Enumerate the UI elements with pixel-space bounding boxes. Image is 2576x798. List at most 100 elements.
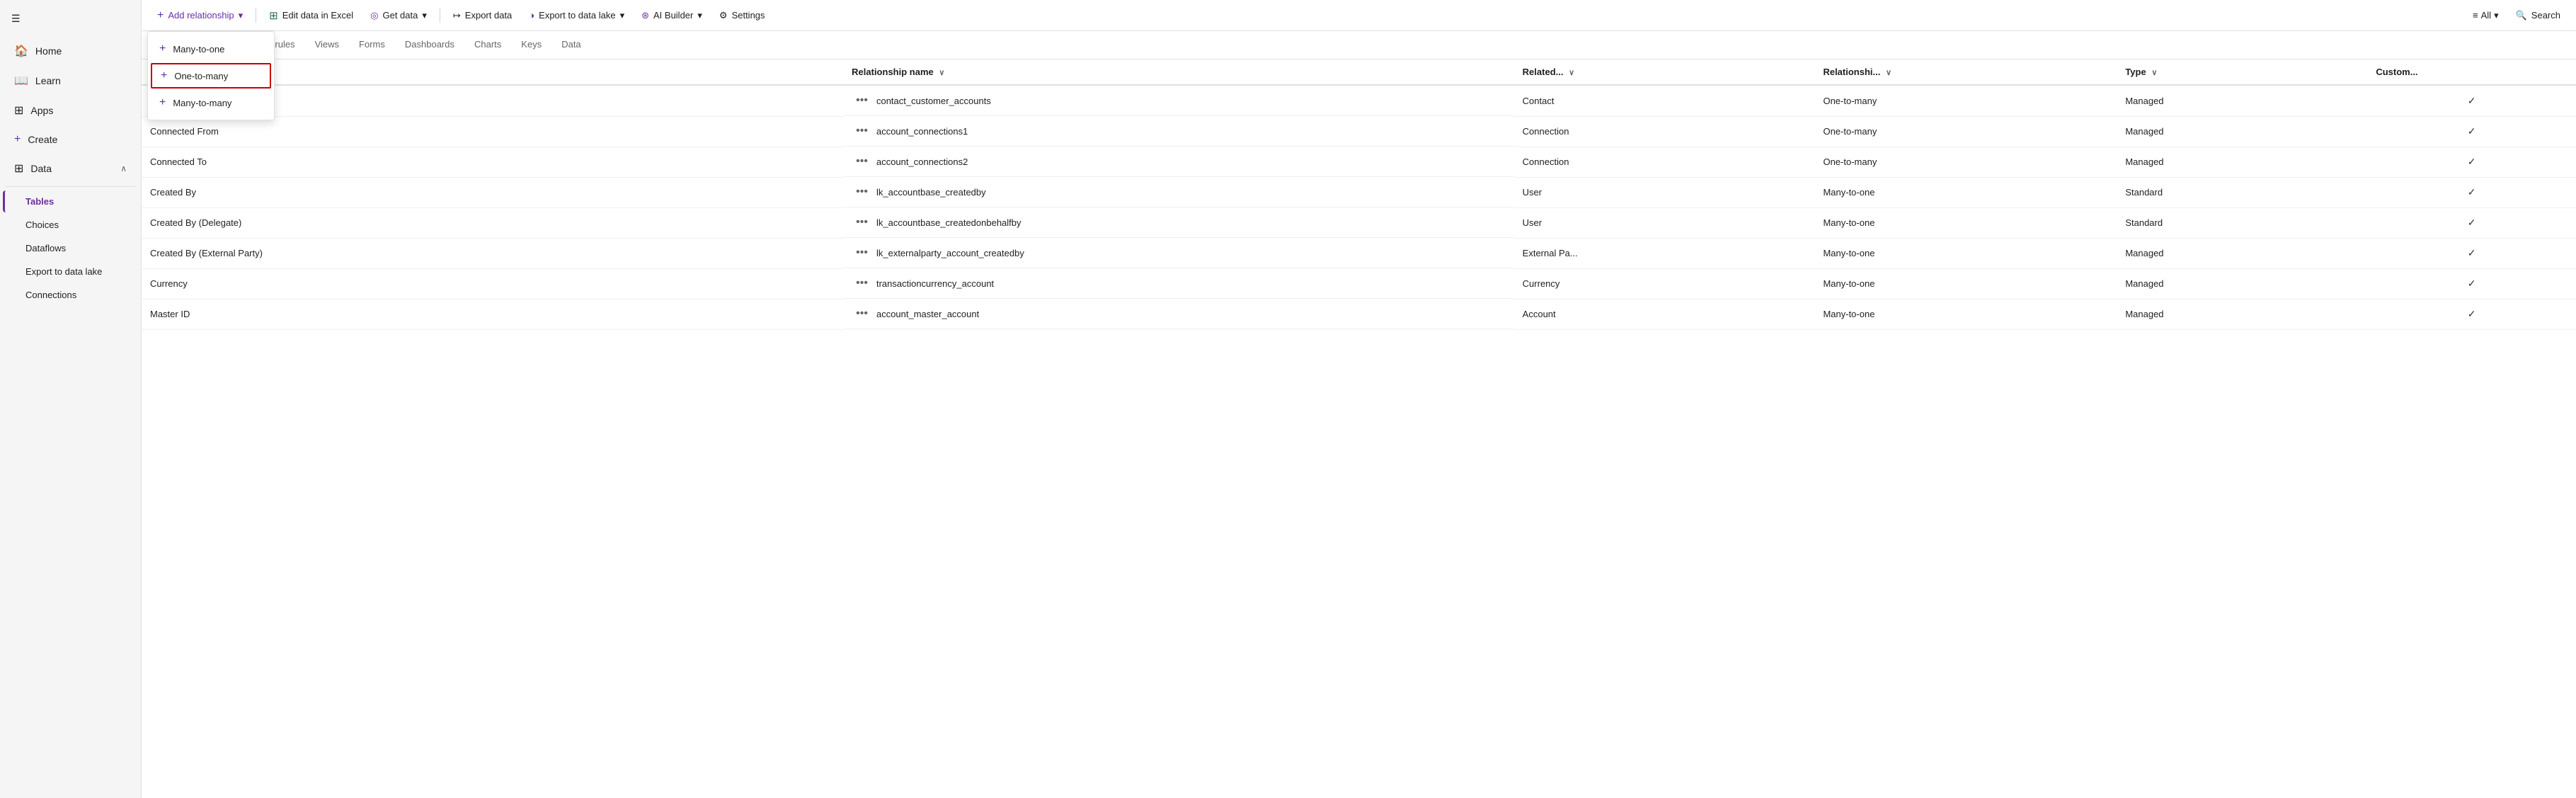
col-header-related[interactable]: Related... ∨: [1514, 59, 1815, 85]
sort-icons-reltype: ∨: [1886, 68, 1891, 77]
export-data-button[interactable]: ↦ Export data: [446, 6, 519, 25]
row-options-button[interactable]: •••: [852, 245, 872, 261]
row-type: Standard: [2125, 217, 2163, 228]
cell-rel-name: ••• account_connections1: [843, 116, 1514, 147]
sidebar-item-create[interactable]: + Create: [3, 126, 138, 153]
one-to-many-label: One-to-many: [174, 71, 228, 81]
row-type: Managed: [2125, 278, 2163, 289]
row-options-button[interactable]: •••: [852, 275, 872, 291]
many-to-many-item[interactable]: + Many-to-many: [148, 90, 274, 115]
row-type: Managed: [2125, 248, 2163, 258]
row-custom-check: ✓: [2468, 125, 2476, 137]
row-custom-check: ✓: [2468, 247, 2476, 258]
sidebar-sub-dataflows-label: Dataflows: [25, 243, 66, 253]
table-row: Currency ••• transactioncurrency_account…: [142, 268, 2576, 299]
filter-button[interactable]: ≡ All ▾: [2466, 6, 2506, 25]
many-to-one-item[interactable]: + Many-to-one: [148, 36, 274, 62]
row-reltype: Many-to-one: [1823, 217, 1874, 228]
row-options-button[interactable]: •••: [852, 154, 872, 169]
tab-views[interactable]: Views: [305, 32, 349, 58]
sidebar-sub-item-connections[interactable]: Connections: [3, 284, 138, 306]
sidebar-item-data-label: Data: [30, 163, 52, 174]
table-row: Company Name ••• contact_customer_accoun…: [142, 85, 2576, 116]
table-header-row: Display name ↑ ∨ Relationship name ∨ Rel…: [142, 59, 2576, 85]
cell-display-name: Created By (External Party): [142, 238, 843, 268]
row-options-button[interactable]: •••: [852, 215, 872, 230]
relationships-table: Display name ↑ ∨ Relationship name ∨ Rel…: [142, 59, 2576, 330]
row-options-button[interactable]: •••: [852, 93, 872, 108]
many-to-one-icon: +: [159, 42, 166, 55]
row-options-button[interactable]: •••: [852, 306, 872, 321]
row-display-name: Connected To: [150, 156, 207, 167]
row-related: User: [1523, 187, 1542, 198]
settings-button[interactable]: ⚙ Settings: [712, 6, 772, 25]
row-rel-name: lk_externalparty_account_createdby: [876, 248, 1024, 258]
cell-reltype: Many-to-one: [1814, 268, 2117, 299]
cell-type: Managed: [2117, 116, 2367, 147]
tab-charts-label: Charts: [474, 39, 501, 50]
cell-reltype: One-to-many: [1814, 85, 2117, 116]
filter-label: All: [2481, 10, 2491, 21]
table-row: Master ID ••• account_master_account Acc…: [142, 299, 2576, 329]
row-options-button[interactable]: •••: [852, 184, 872, 200]
add-relationship-button[interactable]: + Add relationship ▾: [150, 5, 250, 26]
sidebar-item-learn[interactable]: 📖 Learn: [3, 67, 138, 95]
row-display-name: Created By: [150, 187, 196, 198]
sidebar-sub-connections-label: Connections: [25, 290, 76, 300]
cell-type: Managed: [2117, 299, 2367, 329]
sidebar-item-home-label: Home: [35, 45, 62, 57]
export-lake-icon: ◑: [529, 10, 534, 21]
edit-excel-button[interactable]: ⊞ Edit data in Excel: [262, 5, 360, 26]
col-header-type[interactable]: Type ∨: [2117, 59, 2367, 85]
export-lake-button[interactable]: ◑ Export to data lake ▾: [522, 6, 631, 25]
cell-rel-name: ••• lk_accountbase_createdonbehalfby: [843, 207, 1514, 238]
sidebar-sub-tables-label: Tables: [25, 196, 54, 207]
filter-lines-icon: ≡: [2473, 10, 2478, 21]
sidebar-item-data[interactable]: ⊞ Data ∧: [3, 154, 138, 183]
sidebar-sub-item-export[interactable]: Export to data lake: [3, 261, 138, 283]
settings-icon: ⚙: [719, 10, 728, 21]
cell-reltype: One-to-many: [1814, 147, 2117, 177]
sidebar-item-home[interactable]: 🏠 Home: [3, 37, 138, 65]
get-data-button[interactable]: ◎ Get data ▾: [363, 6, 434, 25]
sidebar-sub-item-dataflows[interactable]: Dataflows: [3, 237, 138, 259]
tab-charts[interactable]: Charts: [464, 32, 511, 58]
sidebar-item-learn-label: Learn: [35, 75, 61, 86]
tab-forms-label: Forms: [359, 39, 385, 50]
row-type: Standard: [2125, 187, 2163, 198]
cell-rel-name: ••• lk_externalparty_account_createdby: [843, 238, 1514, 268]
sidebar-sub-item-choices[interactable]: Choices: [3, 214, 138, 236]
search-button[interactable]: 🔍 Search: [2509, 6, 2568, 25]
row-reltype: One-to-many: [1823, 156, 1877, 167]
cell-rel-name: ••• lk_accountbase_createdby: [843, 177, 1514, 207]
ai-builder-button[interactable]: ⊛ AI Builder ▾: [634, 6, 709, 25]
home-icon: 🏠: [14, 44, 28, 58]
learn-icon: 📖: [14, 74, 28, 88]
tab-data[interactable]: Data: [551, 32, 590, 58]
tab-forms[interactable]: Forms: [349, 32, 395, 58]
one-to-many-item[interactable]: + One-to-many: [151, 63, 271, 89]
one-to-many-icon: +: [161, 69, 167, 82]
cell-custom: ✓: [2367, 147, 2576, 177]
cell-rel-name: ••• transactioncurrency_account: [843, 268, 1514, 299]
cell-type: Standard: [2117, 177, 2367, 207]
cell-display-name: Master ID: [142, 299, 843, 329]
row-related: Contact: [1523, 96, 1555, 106]
tab-dashboards[interactable]: Dashboards: [395, 32, 464, 58]
row-rel-name: transactioncurrency_account: [876, 278, 994, 289]
row-reltype: Many-to-one: [1823, 248, 1874, 258]
sidebar-item-apps[interactable]: ⊞ Apps: [3, 96, 138, 125]
sort-icons-type: ∨: [2151, 68, 2157, 77]
settings-label: Settings: [732, 10, 765, 21]
row-options-button[interactable]: •••: [852, 123, 872, 139]
col-header-rel-name[interactable]: Relationship name ∨: [843, 59, 1514, 85]
cell-custom: ✓: [2367, 177, 2576, 207]
col-header-reltype[interactable]: Relationshi... ∨: [1814, 59, 2117, 85]
cell-custom: ✓: [2367, 207, 2576, 238]
sidebar-sub-item-tables[interactable]: Tables: [3, 190, 138, 212]
table-row: Created By (External Party) ••• lk_exter…: [142, 238, 2576, 268]
cell-related: Connection: [1514, 147, 1815, 177]
add-relationship-label: Add relationship: [168, 10, 234, 21]
hamburger-menu[interactable]: ☰: [0, 6, 141, 36]
tab-keys[interactable]: Keys: [511, 32, 551, 58]
